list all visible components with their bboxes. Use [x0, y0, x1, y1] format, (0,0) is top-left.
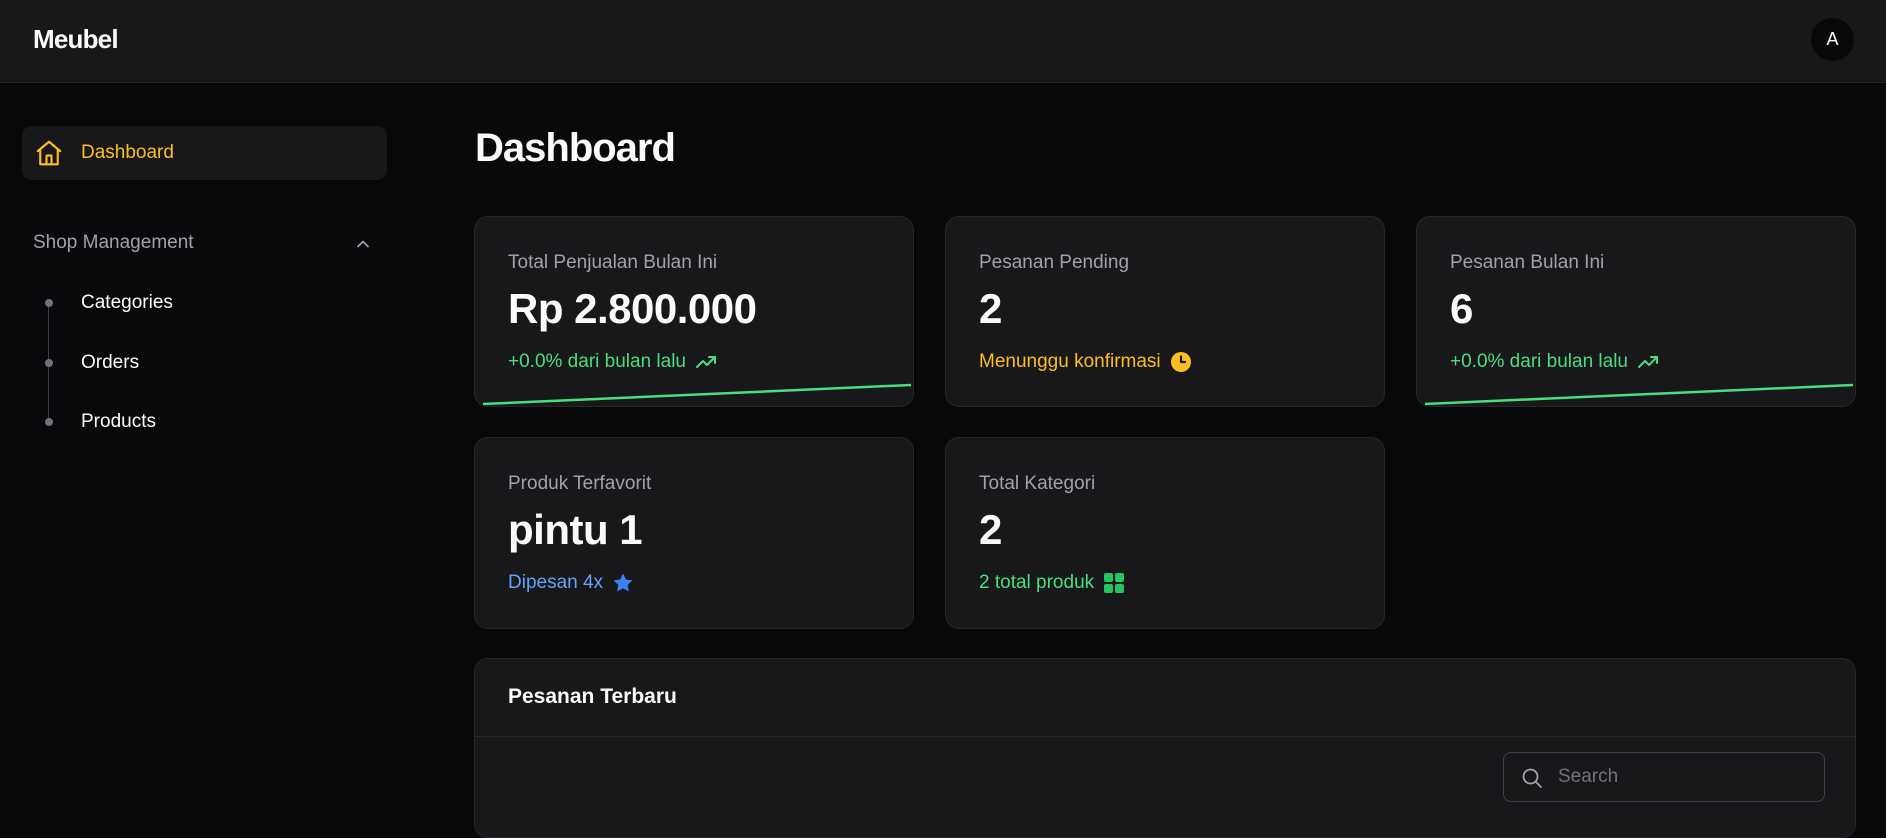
- shop-management-toggle[interactable]: Shop Management: [33, 229, 373, 259]
- card-label: Total Kategori: [979, 473, 1096, 494]
- stat-card-favorite-product: Produk Terfavorit pintu 1 Dipesan 4x: [474, 437, 914, 629]
- clock-icon: [1170, 352, 1191, 372]
- search-icon: [1522, 768, 1542, 788]
- sidebar-item-orders[interactable]: Orders: [33, 348, 373, 378]
- card-value: 2: [979, 285, 1002, 332]
- sparkline: [482, 383, 912, 406]
- sidebar-item-label: Orders: [81, 352, 140, 373]
- search-input[interactable]: [1558, 753, 1818, 801]
- recent-orders-panel: Pesanan Terbaru: [474, 658, 1856, 838]
- card-label: Produk Terfavorit: [508, 473, 652, 494]
- card-subtext: +0.0% dari bulan lalu: [508, 350, 718, 374]
- section-label: Shop Management: [33, 232, 194, 253]
- star-icon: [613, 573, 633, 592]
- stat-card-pending-orders: Pesanan Pending 2 Menunggu konfirmasi: [945, 216, 1385, 407]
- stat-card-total-categories: Total Kategori 2 2 total produk: [945, 437, 1385, 629]
- home-icon: [36, 140, 62, 166]
- card-value: 6: [1450, 285, 1473, 332]
- card-value: Rp 2.800.000: [508, 285, 757, 332]
- chevron-up-icon: [357, 240, 369, 248]
- sidebar-item-label: Categories: [81, 292, 173, 313]
- user-avatar[interactable]: A: [1811, 18, 1854, 61]
- stat-card-total-sales: Total Penjualan Bulan Ini Rp 2.800.000 +…: [474, 216, 914, 407]
- grid-icon: [1104, 573, 1125, 593]
- card-label: Pesanan Pending: [979, 252, 1130, 273]
- card-label: Pesanan Bulan Ini: [1450, 252, 1605, 273]
- sidebar-item-products[interactable]: Products: [33, 407, 373, 437]
- card-subtext-label: Menunggu konfirmasi: [979, 351, 1161, 372]
- recent-orders-title: Pesanan Terbaru: [508, 685, 677, 708]
- top-bar: Meubel A: [0, 0, 1886, 83]
- card-subtext-label: +0.0% dari bulan lalu: [508, 351, 686, 372]
- bullet-icon: [45, 418, 53, 426]
- card-subtext: 2 total produk: [979, 571, 1126, 595]
- card-value: 2: [979, 506, 1002, 553]
- page-title: Dashboard: [475, 126, 676, 170]
- bullet-icon: [45, 359, 53, 367]
- sidebar-item-categories[interactable]: Categories: [33, 288, 373, 318]
- card-subtext: Menunggu konfirmasi: [979, 350, 1193, 374]
- search-box[interactable]: [1503, 752, 1825, 802]
- card-subtext: +0.0% dari bulan lalu: [1450, 350, 1660, 374]
- sparkline: [1424, 383, 1854, 406]
- trending-up-icon: [696, 356, 716, 368]
- stat-card-monthly-orders: Pesanan Bulan Ini 6 +0.0% dari bulan lal…: [1416, 216, 1856, 407]
- sidebar: Dashboard Shop Management Categories Ord…: [0, 84, 410, 810]
- card-subtext-label: 2 total produk: [979, 572, 1095, 593]
- divider: [475, 736, 1855, 737]
- bullet-icon: [45, 299, 53, 307]
- sidebar-item-dashboard[interactable]: Dashboard: [22, 126, 387, 180]
- card-subtext: Dipesan 4x: [508, 571, 635, 595]
- card-subtext-label: Dipesan 4x: [508, 572, 604, 593]
- brand-logo[interactable]: Meubel: [33, 24, 119, 55]
- sidebar-item-label: Dashboard: [81, 142, 174, 163]
- card-value: pintu 1: [508, 506, 643, 553]
- card-subtext-label: +0.0% dari bulan lalu: [1450, 351, 1628, 372]
- sidebar-item-label: Products: [81, 411, 156, 432]
- trending-up-icon: [1638, 356, 1658, 368]
- card-label: Total Penjualan Bulan Ini: [508, 252, 718, 273]
